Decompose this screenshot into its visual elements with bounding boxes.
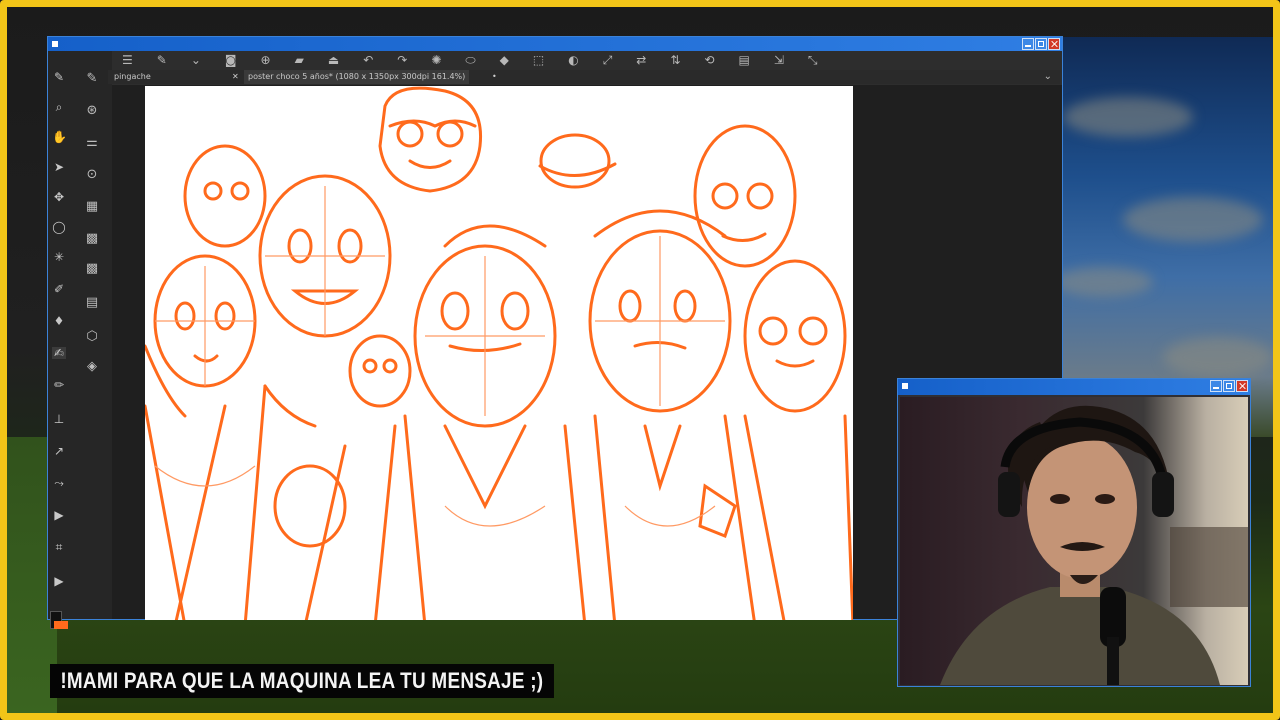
- smart-patch-icon[interactable]: ⊥: [52, 413, 66, 425]
- webcam-titlebar[interactable]: [898, 379, 1250, 395]
- brush-preset-icon[interactable]: ✎: [157, 54, 167, 66]
- sky-panel: [1043, 37, 1273, 437]
- drawing-canvas[interactable]: [145, 86, 853, 620]
- freehand-brush-icon[interactable]: ✍: [52, 347, 66, 359]
- transform-icon[interactable]: ⤢: [603, 54, 613, 66]
- eraser-tool-icon[interactable]: ✏: [52, 379, 66, 391]
- webcam-window[interactable]: [897, 378, 1251, 687]
- paintbrush-docker-icon[interactable]: ✎: [84, 71, 100, 86]
- unsaved-dot-icon[interactable]: •: [492, 70, 497, 84]
- crop-tool-icon[interactable]: ⌗: [52, 541, 66, 553]
- close-button[interactable]: [1048, 38, 1060, 50]
- chat-caption: !MAMI PARA QUE LA MAQUINA LEA TU MENSAJE…: [50, 664, 554, 698]
- transform-docker-icon[interactable]: ⊛: [84, 103, 100, 118]
- pan-tool-icon[interactable]: ✋: [52, 131, 67, 143]
- zoom-tool-icon[interactable]: ⌕: [52, 101, 66, 113]
- cube-docker-icon[interactable]: ⬡: [84, 329, 100, 344]
- line-tool-icon[interactable]: ↗: [52, 445, 66, 457]
- new-icon[interactable]: ⊕: [261, 54, 271, 66]
- maximize-button[interactable]: [1035, 38, 1047, 50]
- adjust-docker-icon[interactable]: ⚌: [84, 135, 100, 150]
- select-shape-tool-icon[interactable]: ➤: [52, 161, 66, 173]
- menu-icon[interactable]: ☰: [122, 54, 133, 66]
- chevron-down-icon[interactable]: ⌄: [1044, 70, 1052, 84]
- zoom-docker-icon[interactable]: ⊙: [84, 167, 100, 182]
- document-tabs: pingache ✕ poster choco 5 años* (1080 x …: [108, 70, 1060, 84]
- webcam-feed: [900, 397, 1248, 685]
- app-icon: [52, 41, 58, 47]
- ellipse-select-icon[interactable]: ◯: [52, 221, 66, 233]
- open-icon[interactable]: ▰: [295, 54, 304, 66]
- grid-docker-icon[interactable]: ▩: [84, 231, 100, 246]
- fill-tool-icon[interactable]: ♦: [52, 315, 66, 327]
- undo-icon[interactable]: ↶: [363, 54, 373, 66]
- webcam-minimize-button[interactable]: [1210, 380, 1222, 392]
- webcam-app-icon: [902, 383, 908, 389]
- close-icon[interactable]: ✕: [232, 70, 239, 84]
- top-toolbar: ☰ ✎ ⌄ ◙ ⊕ ▰ ⏏ ↶ ↷ ✺ ⬭ ◆ ⬚ ◐ ⤢ ⇄ ⇅ ⟲ ▤ ⇲ …: [108, 51, 1058, 69]
- select-icon[interactable]: ⬚: [533, 54, 544, 66]
- color-picker-icon[interactable]: ✐: [52, 283, 66, 295]
- brush-tool-icon[interactable]: ✎: [52, 71, 66, 83]
- window-titlebar[interactable]: [48, 37, 1062, 51]
- chevron-down-icon[interactable]: ⌄: [191, 54, 201, 66]
- save-icon[interactable]: ⏏: [328, 54, 339, 66]
- calendar-docker-icon[interactable]: ▤: [84, 295, 100, 310]
- mirror-h-icon[interactable]: ⇄: [636, 54, 646, 66]
- tab-poster-choco[interactable]: poster choco 5 años* (1080 x 1350px 300d…: [244, 70, 470, 84]
- gradient-tool-icon[interactable]: ▶: [52, 575, 66, 587]
- eraser-icon[interactable]: ⬭: [465, 54, 475, 66]
- opacity-icon[interactable]: ◐: [568, 54, 578, 66]
- export-icon[interactable]: ⇲: [774, 54, 784, 66]
- magic-wand-icon[interactable]: ✳: [52, 251, 66, 263]
- fill-icon[interactable]: ◆: [500, 54, 509, 66]
- wrap-icon[interactable]: ⟲: [704, 54, 714, 66]
- screenshot-icon[interactable]: ◙: [225, 54, 237, 66]
- move-tool-icon[interactable]: ✥: [52, 191, 66, 203]
- pattern-docker-icon[interactable]: ▩: [84, 261, 100, 276]
- streamer-image: [940, 405, 1248, 685]
- webcam-close-button[interactable]: [1236, 380, 1248, 392]
- palette-docker-icon[interactable]: ▦: [84, 199, 100, 214]
- path-tool-icon[interactable]: ⤳: [52, 477, 66, 489]
- webcam-maximize-button[interactable]: [1223, 380, 1235, 392]
- background-color-swatch[interactable]: [54, 621, 68, 629]
- redo-icon[interactable]: ↷: [397, 54, 407, 66]
- sketch-drawing: [145, 86, 853, 620]
- polygon-tool-icon[interactable]: ▶: [52, 509, 66, 521]
- tab-pingache[interactable]: pingache: [110, 70, 155, 84]
- minimize-button[interactable]: [1022, 38, 1034, 50]
- layers-docker-icon[interactable]: ◈: [84, 359, 100, 374]
- toolbox: ✎ ⌕ ✋ ➤ ✥ ◯ ✳ ✐ ♦ ✍ ✏ ⊥ ↗ ⤳ ▶ ⌗ ▶ ✎ ⊛ ⚌ …: [48, 51, 112, 629]
- mirror-v-icon[interactable]: ⇅: [670, 54, 680, 66]
- fit-icon[interactable]: ⤡: [808, 54, 818, 66]
- layer-icon[interactable]: ▤: [738, 54, 749, 66]
- brush-settings-icon[interactable]: ✺: [431, 54, 441, 66]
